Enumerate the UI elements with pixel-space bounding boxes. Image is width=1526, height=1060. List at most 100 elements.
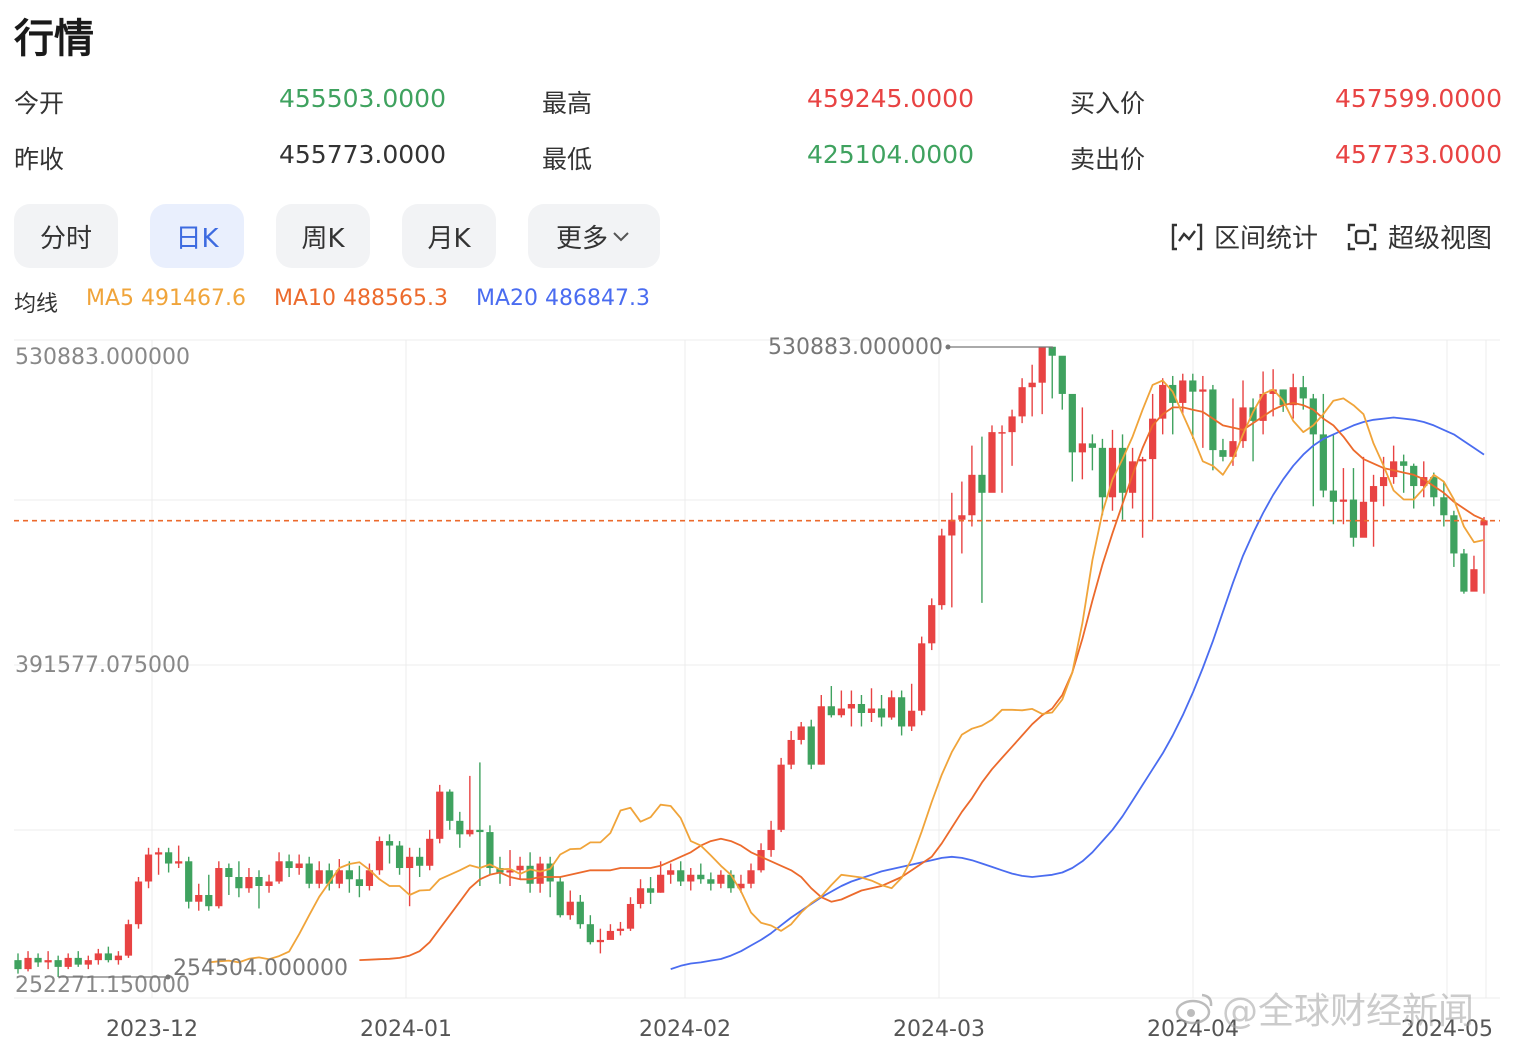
candle-body xyxy=(948,519,956,536)
candle-body xyxy=(867,708,876,713)
candle-body xyxy=(1189,380,1197,392)
range-stats-button[interactable]: 区间统计 xyxy=(1170,218,1318,255)
candle-body xyxy=(345,870,353,880)
candle-body xyxy=(215,868,223,907)
ask-label: 卖出价 xyxy=(1070,145,1146,174)
watermark: @全球财经新闻 xyxy=(1174,982,1474,1034)
candle-body xyxy=(777,764,785,830)
candle-body xyxy=(1028,382,1036,388)
candle-body xyxy=(596,939,604,943)
range-stats-icon xyxy=(1171,223,1203,250)
candle-body xyxy=(94,953,102,961)
candle-body xyxy=(1339,499,1348,502)
candle-body xyxy=(195,894,203,902)
x-axis-label: 2024-03 xyxy=(893,1017,985,1042)
candle-body xyxy=(998,432,1006,434)
candle-body xyxy=(1068,393,1076,453)
candle-body xyxy=(817,706,825,765)
tab-monthly-k[interactable]: 月K xyxy=(402,204,496,268)
candle-body xyxy=(1219,450,1227,457)
candle-body xyxy=(1018,387,1026,417)
candle-body xyxy=(1098,447,1107,498)
candle-body xyxy=(154,852,163,855)
bid-label: 买入价 xyxy=(1070,89,1146,118)
watermark-text: @全球财经新闻 xyxy=(1222,991,1475,1032)
candle-body xyxy=(375,841,384,871)
super-view-button[interactable]: 超级视图 xyxy=(1346,218,1492,255)
weibo-logo-icon xyxy=(1175,993,1213,1025)
candle-body xyxy=(456,820,464,835)
tab-more-label: 更多 xyxy=(555,223,608,254)
candle-body xyxy=(908,710,916,727)
candle-body xyxy=(245,877,253,889)
candle-body xyxy=(636,888,645,904)
candle-body xyxy=(1199,389,1207,392)
candle-body xyxy=(767,829,775,851)
candle-body xyxy=(1038,346,1046,383)
candle-body xyxy=(677,870,685,882)
candle-body xyxy=(837,708,845,716)
candle-body xyxy=(757,850,765,871)
candle-body xyxy=(24,957,32,970)
candle-body xyxy=(426,838,434,866)
tab-intraday-label: 分时 xyxy=(39,223,92,254)
candle-body xyxy=(355,879,364,886)
candle-body xyxy=(225,868,233,878)
candle-body xyxy=(586,924,594,943)
candle-body xyxy=(516,865,524,871)
range-stats-label: 区间统计 xyxy=(1214,224,1319,254)
candle-body xyxy=(898,697,906,727)
high-label: 最高 xyxy=(542,89,593,118)
candle-body xyxy=(667,870,675,875)
candle-body xyxy=(1329,490,1337,502)
candle-body xyxy=(747,870,755,884)
low-label: 最低 xyxy=(542,145,593,174)
candle-body xyxy=(315,870,323,884)
max-annotation-leader xyxy=(948,346,1053,349)
candle-body xyxy=(295,863,303,869)
candle-body xyxy=(205,894,213,907)
candle-body xyxy=(1349,499,1358,538)
candle-body xyxy=(847,703,856,709)
min-annotation-dot xyxy=(165,974,171,980)
candle-body xyxy=(185,861,193,902)
candle-body xyxy=(1369,486,1378,502)
candle-body xyxy=(74,957,82,965)
prev-close-value: 455773.0000 xyxy=(278,140,446,169)
candle-body xyxy=(416,856,424,866)
candlestick-chart[interactable]: 530883.000000391577.075000252271.1500002… xyxy=(0,330,1526,1060)
candle-body xyxy=(14,960,22,970)
candle-body xyxy=(1078,443,1086,453)
candle-body xyxy=(646,888,655,893)
candle-body xyxy=(1138,459,1147,462)
candle-body xyxy=(476,829,484,833)
ma5-legend: MA5 491467.6 xyxy=(86,286,247,311)
super-view-label: 超级视图 xyxy=(1388,224,1493,254)
candle-body xyxy=(968,474,976,516)
candle-body xyxy=(616,928,625,931)
ma20-legend: MA20 486847.3 xyxy=(476,286,651,311)
candle-body xyxy=(44,960,52,963)
page-title: 行情 xyxy=(14,16,94,62)
bid-value: 457599.0000 xyxy=(1334,84,1502,113)
tab-weekly-k[interactable]: 周K xyxy=(276,204,370,268)
candle-body xyxy=(697,874,705,880)
candle-body xyxy=(405,856,414,869)
tab-daily-k[interactable]: 日K xyxy=(150,204,244,268)
candle-body xyxy=(887,697,896,718)
candle-body xyxy=(34,957,42,963)
candle-body xyxy=(104,953,112,961)
candle-body xyxy=(657,874,665,893)
candle-body xyxy=(486,832,494,869)
candle-body xyxy=(1400,461,1408,466)
candle-body xyxy=(235,877,243,889)
tab-intraday[interactable]: 分时 xyxy=(14,204,118,268)
x-axis-label: 2024-02 xyxy=(639,1017,731,1042)
candle-body xyxy=(556,881,564,916)
candle-body xyxy=(536,863,544,884)
candle-body xyxy=(606,930,615,940)
candle-body xyxy=(1359,501,1368,538)
tab-weekly-k-label: 周K xyxy=(301,223,345,254)
tab-more[interactable]: 更多 xyxy=(528,204,660,268)
candle-body xyxy=(134,881,143,925)
